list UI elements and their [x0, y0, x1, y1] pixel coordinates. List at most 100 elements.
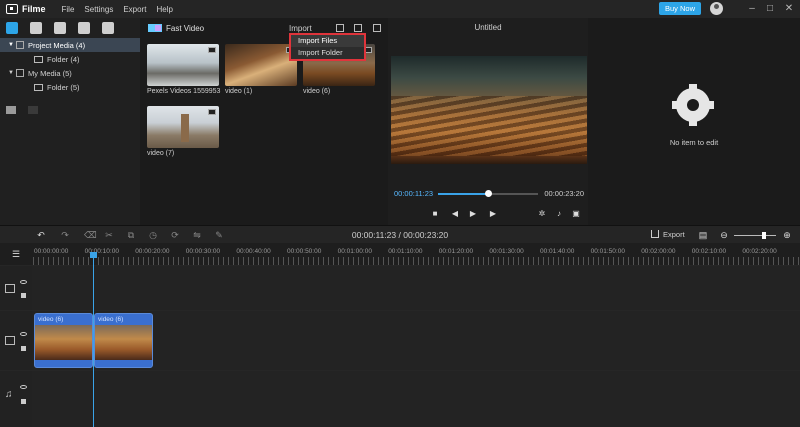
prev-frame-icon[interactable]: ◀ — [450, 209, 460, 219]
sort-icon[interactable] — [373, 24, 381, 32]
tree-label: My Media (5) — [28, 68, 72, 78]
current-time: 00:00:11:23 — [394, 189, 434, 198]
tree-label: Folder (4) — [47, 54, 80, 64]
buy-now-button[interactable]: Buy Now — [659, 2, 701, 15]
track-header — [0, 311, 32, 370]
ruler-label: 00:02:20:00 — [742, 248, 777, 255]
export-button[interactable]: Export — [663, 230, 685, 239]
app-name: Filme — [22, 4, 46, 14]
speaker-icon[interactable] — [20, 385, 27, 389]
lock-icon[interactable] — [21, 399, 26, 404]
track-body[interactable] — [32, 371, 800, 427]
play-icon[interactable]: ▶ — [468, 209, 478, 219]
gear-icon — [672, 84, 714, 126]
thumb-image — [181, 114, 189, 142]
text-icon[interactable] — [78, 22, 90, 34]
media-tabs — [0, 18, 140, 38]
eye-icon[interactable] — [20, 332, 27, 336]
media-thumb-4[interactable] — [147, 106, 219, 148]
lock-icon[interactable] — [21, 293, 26, 298]
music-icon[interactable] — [102, 22, 114, 34]
menu-icon[interactable]: ☰ — [11, 249, 21, 259]
media-thumb-2[interactable] — [225, 44, 297, 86]
grid-icon — [16, 69, 24, 77]
total-time: 00:00:23:20 — [544, 189, 584, 198]
import-files-item[interactable]: Import Files — [291, 35, 364, 47]
export-icon[interactable] — [651, 230, 659, 238]
slider-knob[interactable] — [485, 190, 492, 197]
tree-label: Project Media (4) — [28, 40, 86, 50]
zoom-knob[interactable] — [762, 232, 766, 239]
no-item-text: No item to edit — [669, 138, 719, 147]
menu-export[interactable]: Export — [123, 5, 146, 14]
effects-icon[interactable] — [30, 22, 42, 34]
app-logo: Filme — [6, 4, 46, 14]
ruler-label: 00:01:00:00 — [337, 248, 372, 255]
ruler-label: 00:01:20:00 — [438, 248, 474, 255]
ruler-label: 00:00:20:00 — [135, 248, 170, 255]
delete-folder-icon[interactable] — [28, 106, 38, 114]
stop-icon[interactable]: ■ — [430, 209, 440, 219]
playhead[interactable] — [93, 252, 94, 427]
lock-icon[interactable] — [21, 346, 26, 351]
tree-project-media[interactable]: ▼ Project Media (4) — [0, 38, 140, 52]
film-icon — [5, 336, 15, 345]
menu-help[interactable]: Help — [156, 5, 172, 14]
zoom-in-icon[interactable]: ⊕ — [782, 230, 792, 240]
record-icon[interactable] — [354, 24, 362, 32]
slider-fill — [438, 193, 488, 195]
playback-slider[interactable] — [438, 190, 538, 197]
fullscreen-icon[interactable]: ▣ — [571, 209, 581, 219]
menu-bar: File Settings Export Help — [62, 5, 183, 14]
menu-file[interactable]: File — [62, 5, 75, 14]
music-note-icon: ♫ — [5, 389, 13, 400]
zoom-slider[interactable] — [734, 235, 776, 236]
tree-folder-5[interactable]: Folder (5) — [0, 80, 140, 94]
volume-icon[interactable]: ♪ — [554, 209, 564, 219]
import-button[interactable]: Import — [289, 24, 312, 33]
ruler-label: 00:00:40:00 — [236, 248, 271, 255]
track-video-2: video (6) video (6) — [0, 310, 800, 370]
media-library-panel: ▼ Project Media (4) Folder (4) ▼ My Medi… — [0, 18, 140, 225]
media-caption: video (7) — [147, 150, 175, 157]
track-body[interactable] — [32, 266, 800, 310]
import-folder-item[interactable]: Import Folder — [291, 47, 364, 59]
timeline-toolbar: ↶ ↷ ⌫ ✂ ⧉ ◷ ⟳ ⇋ ✎ 00:00:11:23 / 00:00:23… — [0, 225, 800, 243]
zoom-out-icon[interactable]: ⊖ — [719, 230, 729, 240]
ruler-label: 00:00:50:00 — [287, 248, 322, 255]
close-icon[interactable]: ✕ — [782, 2, 796, 16]
tree-folder-4[interactable]: Folder (4) — [0, 52, 140, 66]
settings-gear-icon[interactable]: ✲ — [537, 209, 547, 219]
ruler-label: 00:01:40:00 — [540, 248, 575, 255]
video-icon — [208, 47, 216, 53]
chevron-down-icon: ▼ — [8, 70, 14, 76]
fast-video-icon[interactable] — [148, 24, 162, 32]
eye-icon[interactable] — [20, 280, 27, 284]
voiceover-icon[interactable]: ▤ — [698, 230, 708, 240]
film-icon — [5, 284, 15, 293]
timeline-clip[interactable]: video (6) — [34, 313, 93, 368]
tree-label: Folder (5) — [47, 82, 80, 92]
media-thumb-1[interactable] — [147, 44, 219, 86]
clip-label: video (6) — [38, 316, 64, 323]
minimize-icon[interactable]: – — [745, 2, 759, 16]
media-icon[interactable] — [6, 22, 18, 34]
timeline-ruler[interactable]: ☰ 00:00:00:00 00:00:10:00 00:00:20:00 00:00… — [0, 243, 800, 265]
media-caption: Pexels Videos 1559953 — [147, 88, 221, 95]
next-frame-icon[interactable]: ▶ — [488, 209, 498, 219]
media-caption: video (1) — [225, 88, 253, 95]
add-folder-icon[interactable] — [6, 106, 16, 114]
layers-icon[interactable] — [336, 24, 344, 32]
track-body[interactable]: video (6) video (6) — [32, 311, 800, 370]
track-header: ♫ — [0, 371, 32, 427]
clip-label: video (6) — [98, 316, 124, 323]
maximize-icon[interactable]: □ — [763, 2, 777, 16]
timeline-clip[interactable]: video (6) — [94, 313, 153, 368]
fast-video-label[interactable]: Fast Video — [166, 24, 204, 33]
user-avatar-icon[interactable] — [710, 2, 723, 15]
menu-settings[interactable]: Settings — [84, 5, 113, 14]
filters-icon[interactable] — [54, 22, 66, 34]
ruler-label: 00:02:10:00 — [691, 248, 727, 255]
track-header — [0, 266, 32, 310]
tree-my-media[interactable]: ▼ My Media (5) — [0, 66, 140, 80]
